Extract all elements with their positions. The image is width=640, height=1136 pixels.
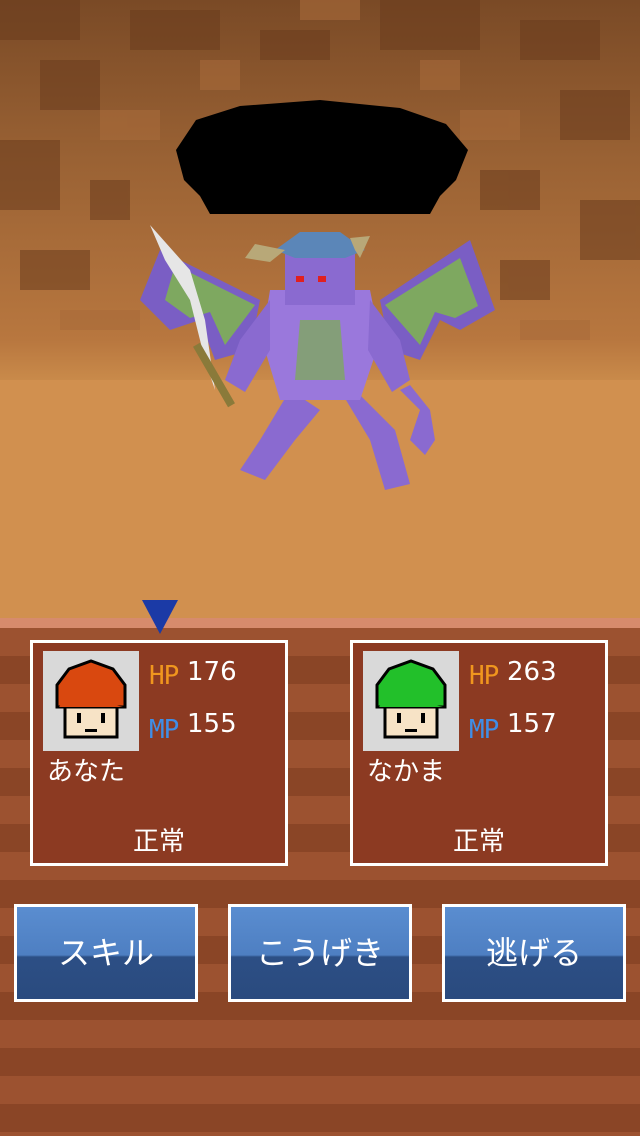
- character-name: あなた: [47, 757, 126, 787]
- hp-label: HP: [149, 661, 179, 691]
- party-member-card-you[interactable]: HP 176 MP 155 あなた 正常: [30, 640, 288, 866]
- scene-divider: [0, 618, 640, 628]
- mp-label: MP: [469, 715, 499, 745]
- mp-label: MP: [149, 715, 179, 745]
- mp-value: 155: [187, 709, 237, 739]
- hp-value: 263: [507, 657, 557, 687]
- hp-value: 176: [187, 657, 237, 687]
- avatar: [363, 651, 459, 751]
- flee-button[interactable]: 逃げる: [442, 904, 626, 1002]
- avatar: [43, 651, 139, 751]
- battle-scene: [0, 0, 640, 620]
- active-member-cursor: [142, 600, 178, 634]
- character-name: なかま: [367, 757, 446, 787]
- status-text: 正常: [132, 827, 185, 857]
- attack-button[interactable]: こうげき: [228, 904, 412, 1002]
- mp-value: 157: [507, 709, 557, 739]
- party-member-card-ally[interactable]: HP 263 MP 157 なかま 正常: [350, 640, 608, 866]
- status-text: 正常: [452, 827, 505, 857]
- cave-background: [0, 0, 640, 620]
- skill-button[interactable]: スキル: [14, 904, 198, 1002]
- hp-label: HP: [469, 661, 499, 691]
